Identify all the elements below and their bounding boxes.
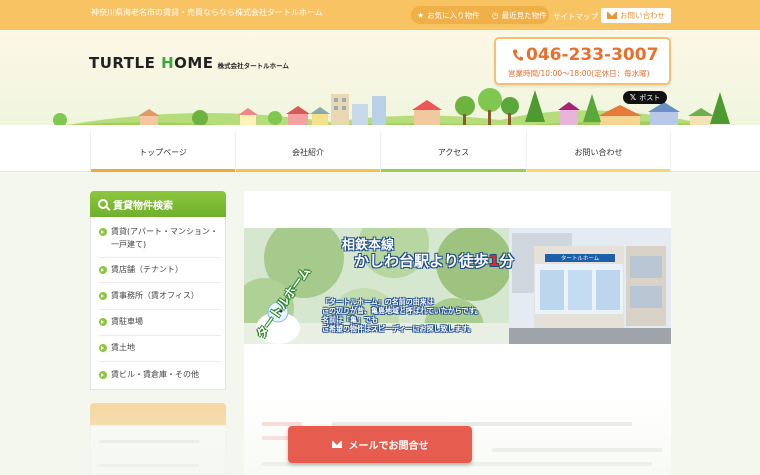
phone-number: 046-233-3007 bbox=[526, 45, 659, 65]
nav-label: 会社紹介 bbox=[292, 147, 324, 157]
sitemap-link[interactable]: サイトマップ bbox=[553, 11, 598, 22]
sidebar-item-label: 賃店舗（テナント） bbox=[111, 265, 183, 274]
banner-body-text: 「タートルホーム」の名前の由来は この辺りが昔、亀島地域と呼ばれていたからです。… bbox=[322, 298, 482, 333]
x-post-label: ポスト bbox=[639, 93, 661, 102]
star-icon: ★ bbox=[417, 10, 425, 20]
contact-mini-button[interactable]: お問い合わせ bbox=[601, 8, 671, 23]
sidebar-item-office[interactable]: 賃事務所（賃オフィス） bbox=[99, 289, 221, 310]
nav-label: アクセス bbox=[437, 147, 470, 157]
nav-item-access[interactable]: アクセス bbox=[380, 132, 526, 172]
nav-label: トップページ bbox=[139, 147, 187, 157]
sidebar-item-tenant[interactable]: 賃店舗（テナント） bbox=[99, 263, 221, 283]
sidebar-item-label: 賃ビル・賃倉庫・その他 bbox=[111, 370, 199, 379]
sidebar-item-label: 賃土地 bbox=[111, 343, 135, 352]
arrow-bullet-icon bbox=[99, 292, 107, 300]
phone-icon bbox=[512, 49, 523, 61]
logo-wordmark: TURTLE HOME bbox=[89, 54, 214, 72]
hero-banner: タートルホーム 相鉄本線 かしわ台駅より徒歩1分 「タートルホーム」の名前の由来… bbox=[244, 228, 671, 344]
recent-link[interactable]: ◷ 最近見た物件 bbox=[486, 10, 553, 21]
rental-search-header: 賃貸物件検索 bbox=[90, 191, 226, 217]
favorites-link[interactable]: ★ お気に入り物件 bbox=[411, 10, 486, 21]
sidebar-item-apartment[interactable]: 賃貸(アパート・マンション・一戸建て) bbox=[99, 225, 221, 258]
nav-underline bbox=[91, 169, 235, 172]
banner-station-headline: かしわ台駅より徒歩1分 bbox=[354, 252, 515, 270]
x-post-button[interactable]: 𝕏 ポスト bbox=[623, 91, 667, 104]
mail-icon bbox=[331, 441, 342, 448]
logo-company-name: 株式会社タートルホーム bbox=[217, 62, 289, 70]
nav-item-contact[interactable]: お問い合わせ bbox=[526, 132, 671, 172]
recent-label: 最近見た物件 bbox=[501, 10, 547, 20]
nav-underline bbox=[236, 169, 380, 172]
mail-icon bbox=[607, 12, 617, 19]
sidebar-item-building[interactable]: 賃ビル・賃倉庫・その他 bbox=[99, 368, 221, 381]
arrow-bullet-icon bbox=[99, 344, 107, 352]
site-logo[interactable]: TURTLE HOME 株式会社タートルホーム bbox=[89, 54, 289, 72]
sidebar-item-label: 賃貸(アパート・マンション・一戸建て) bbox=[111, 227, 218, 249]
header-ground bbox=[0, 125, 760, 132]
quick-links-pill: ★ お気に入り物件 ◷ 最近見た物件 bbox=[411, 6, 549, 24]
nav-underline bbox=[381, 169, 526, 172]
mail-inquiry-button[interactable]: メールでお問合せ bbox=[288, 426, 472, 463]
site-tagline: 神奈川県海老名市の賃貸・売買ならなら株式会社タートルホーム bbox=[91, 8, 323, 17]
contact-mini-label: お問い合わせ bbox=[620, 11, 665, 20]
phone-number-row: 046-233-3007 bbox=[512, 45, 658, 65]
history-icon: ◷ bbox=[491, 10, 499, 20]
arrow-bullet-icon bbox=[99, 228, 107, 236]
arrow-bullet-icon bbox=[99, 371, 107, 379]
mail-inquiry-label: メールでお問合せ bbox=[348, 441, 429, 452]
nav-item-company[interactable]: 会社紹介 bbox=[235, 132, 380, 172]
business-hours: 営業時間/10:00～18:00(定休日：毎水曜) bbox=[508, 69, 650, 78]
nav-label: お問い合わせ bbox=[574, 147, 623, 157]
nav-underline bbox=[527, 169, 670, 172]
sale-search-header bbox=[90, 403, 226, 425]
search-icon bbox=[98, 199, 108, 209]
favorites-label: お気に入り物件 bbox=[427, 10, 480, 20]
x-logo-icon: 𝕏 bbox=[629, 93, 637, 102]
arrow-bullet-icon bbox=[99, 266, 107, 274]
phone-box[interactable]: 046-233-3007 営業時間/10:00～18:00(定休日：毎水曜) bbox=[494, 37, 671, 85]
arrow-bullet-icon bbox=[99, 318, 107, 326]
sidebar-item-parking[interactable]: 賃駐車場 bbox=[99, 315, 221, 336]
sidebar-item-label: 賃駐車場 bbox=[111, 317, 143, 326]
storefront-sign: タートルホーム bbox=[545, 254, 615, 262]
nav-item-top[interactable]: トップページ bbox=[90, 132, 235, 172]
header-band: TURTLE HOME 株式会社タートルホーム 046-233-3007 営業時… bbox=[0, 30, 760, 132]
rental-search-title: 賃貸物件検索 bbox=[113, 200, 173, 212]
rental-search-list: 賃貸(アパート・マンション・一戸建て) 賃店舗（テナント） 賃事務所（賃オフィス… bbox=[90, 217, 226, 390]
sidebar-item-label: 賃事務所（賃オフィス） bbox=[111, 291, 199, 300]
sidebar-item-land[interactable]: 賃土地 bbox=[99, 341, 221, 362]
global-nav: トップページ 会社紹介 アクセス お問い合わせ bbox=[0, 132, 760, 172]
sale-search-list bbox=[90, 425, 226, 475]
